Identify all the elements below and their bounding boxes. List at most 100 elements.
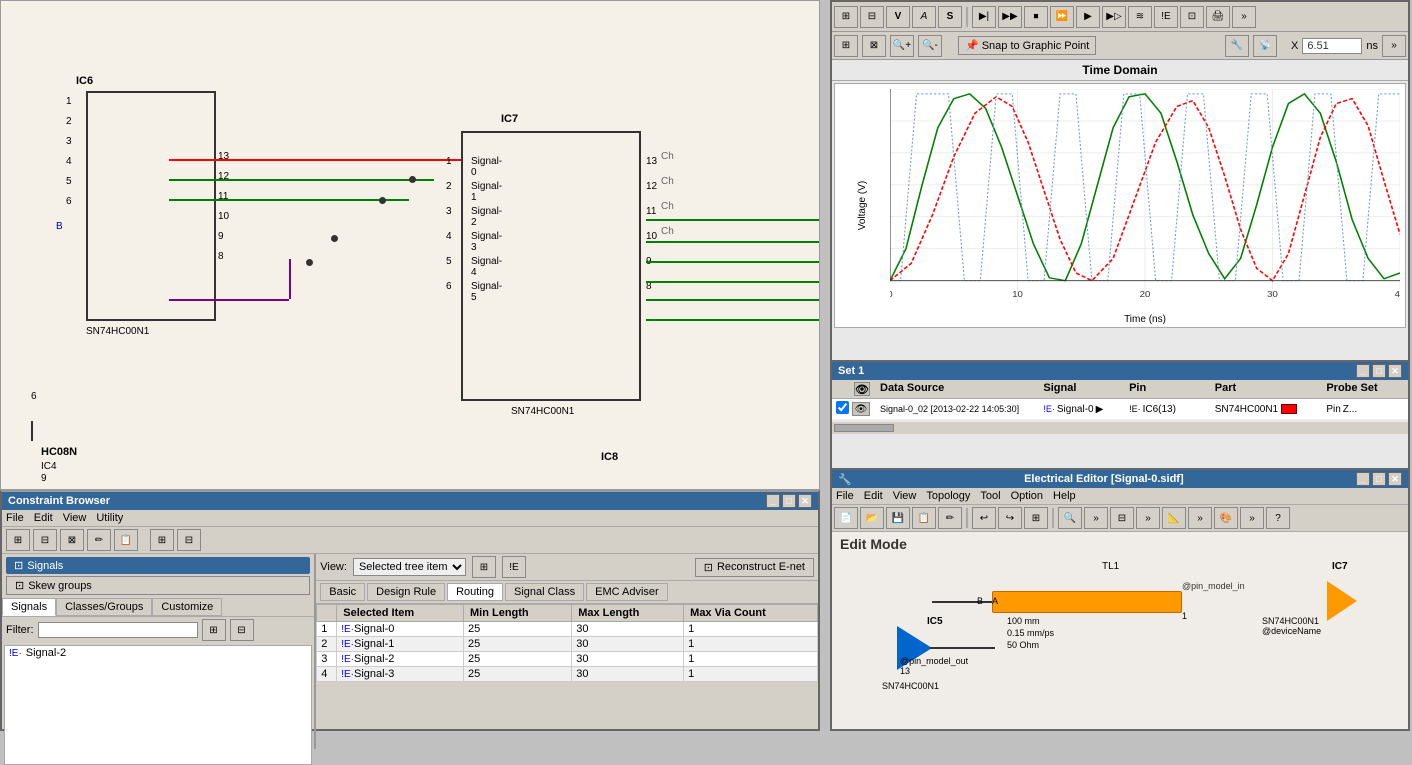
waveform-zoom-in[interactable]: 🔍+ bbox=[890, 35, 914, 57]
filter-btn1[interactable]: ⊞ bbox=[202, 619, 226, 641]
elec-menu-option[interactable]: Option bbox=[1011, 490, 1043, 502]
set1-row-check[interactable] bbox=[836, 401, 849, 414]
elec-menu-file[interactable]: File bbox=[836, 490, 854, 502]
elec-tb8[interactable]: ⊞ bbox=[1024, 507, 1048, 529]
cb-menu-edit[interactable]: Edit bbox=[34, 512, 53, 524]
elec-tb3[interactable]: 💾 bbox=[886, 507, 910, 529]
waveform-tb-btn5[interactable]: S bbox=[938, 6, 962, 28]
cb-tb4[interactable]: ✏ bbox=[87, 529, 111, 551]
elec-menu-edit[interactable]: Edit bbox=[864, 490, 883, 502]
elec-minimize[interactable]: _ bbox=[1356, 472, 1370, 486]
waveform-zoom-rect[interactable]: ⊞ bbox=[834, 35, 858, 57]
ic7-label: IC7 bbox=[501, 113, 518, 125]
waveform-tb-btn14[interactable]: ⊡ bbox=[1180, 6, 1204, 28]
waveform-toolbar2: ⊞ ⊠ 🔍+ 🔍- 📌 Snap to Graphic Point 🔧 📡 X … bbox=[832, 32, 1408, 60]
filter-input[interactable] bbox=[38, 622, 198, 638]
cb-tb3[interactable]: ⊠ bbox=[60, 529, 84, 551]
cb-tab-customize[interactable]: Customize bbox=[152, 598, 222, 616]
cb-tab-signals[interactable]: Signals bbox=[2, 598, 56, 616]
chart-x-label: Time (ns) bbox=[890, 314, 1400, 325]
cb-tb6[interactable]: ⊞ bbox=[150, 529, 174, 551]
cb-tb7[interactable]: ⊟ bbox=[177, 529, 201, 551]
view-select[interactable]: Selected tree item bbox=[353, 558, 466, 576]
cb-rt-tab-routing[interactable]: Routing bbox=[447, 583, 503, 601]
x-coord-input[interactable] bbox=[1302, 38, 1362, 54]
waveform-tb-btn9[interactable]: ⏩ bbox=[1050, 6, 1074, 28]
skew-button[interactable]: ⊡ Skew groups bbox=[6, 576, 310, 595]
waveform-tb-btn8[interactable]: ⏹ bbox=[1024, 6, 1048, 28]
waveform-toolbar1: ⊞ ⊟ V A S ▶| ▶▶ ⏹ ⏩ ▶ ▶▷ ≋ !E ⊡ 🖨 » bbox=[832, 2, 1408, 32]
cb-tab-classes[interactable]: Classes/Groups bbox=[56, 598, 152, 616]
elec-tb5[interactable]: ✏ bbox=[938, 507, 962, 529]
cb-tb1[interactable]: ⊞ bbox=[6, 529, 30, 551]
cursor-tool[interactable]: 🔧 bbox=[1225, 35, 1249, 57]
cb-menu-view[interactable]: View bbox=[63, 512, 87, 524]
elec-redo[interactable]: ↪ bbox=[998, 507, 1022, 529]
set1-data-source: Signal-0_02 [2013-02-22 14:05:30] bbox=[876, 403, 1039, 415]
cb-tb5[interactable]: 📋 bbox=[114, 529, 138, 551]
set1-restore[interactable]: □ bbox=[1372, 364, 1386, 378]
waveform-tb-btn11[interactable]: ▶▷ bbox=[1102, 6, 1126, 28]
cb-minimize[interactable]: _ bbox=[766, 494, 780, 508]
cb-rt-tab-design-rule[interactable]: Design Rule bbox=[367, 583, 445, 601]
elec-help[interactable]: ? bbox=[1266, 507, 1290, 529]
elec-tb13[interactable]: 📐 bbox=[1162, 507, 1186, 529]
signal-item-0[interactable]: !E· Signal-2 bbox=[5, 646, 311, 660]
wire-right2 bbox=[646, 241, 820, 243]
elec-tb2[interactable]: 📂 bbox=[860, 507, 884, 529]
waveform-zoom-all[interactable]: ⊠ bbox=[862, 35, 886, 57]
elec-tb15[interactable]: 🎨 bbox=[1214, 507, 1238, 529]
waveform-zoom-out[interactable]: 🔍- bbox=[918, 35, 942, 57]
cb-tb2[interactable]: ⊟ bbox=[33, 529, 57, 551]
elec-tb14[interactable]: » bbox=[1188, 507, 1212, 529]
waveform-tb-btn6[interactable]: ▶| bbox=[972, 6, 996, 28]
probe-tool[interactable]: 📡 bbox=[1253, 35, 1277, 57]
elec-menu-tool[interactable]: Tool bbox=[980, 490, 1000, 502]
waveform-tb-btn7[interactable]: ▶▶ bbox=[998, 6, 1022, 28]
snap-button[interactable]: 📌 Snap to Graphic Point bbox=[958, 36, 1096, 55]
hc08n-label: HC08N bbox=[41, 446, 77, 458]
cb-rt-tab-signal-class[interactable]: Signal Class bbox=[505, 583, 584, 601]
view-btn2[interactable]: !E bbox=[502, 556, 526, 578]
waveform-tb-btn1[interactable]: ⊞ bbox=[834, 6, 858, 28]
more-btn2[interactable]: » bbox=[1382, 35, 1406, 57]
elec-undo[interactable]: ↩ bbox=[972, 507, 996, 529]
filter-btn2[interactable]: ⊟ bbox=[230, 619, 254, 641]
cb-rt-tab-emc[interactable]: EMC Adviser bbox=[586, 583, 668, 601]
waveform-tb-btn12[interactable]: ≋ bbox=[1128, 6, 1152, 28]
view-btn1[interactable]: ⊞ bbox=[472, 556, 496, 578]
elec-close[interactable]: ✕ bbox=[1388, 472, 1402, 486]
elec-zoom2[interactable]: » bbox=[1084, 507, 1108, 529]
elec-menu-topology[interactable]: Topology bbox=[926, 490, 970, 502]
elec-tb4[interactable]: 📋 bbox=[912, 507, 936, 529]
set1-close[interactable]: ✕ bbox=[1388, 364, 1402, 378]
cb-menu-file[interactable]: File bbox=[6, 512, 24, 524]
reconstruct-button[interactable]: ⊡ Reconstruct E-net bbox=[695, 558, 814, 577]
waveform-panel: ⊞ ⊟ V A S ▶| ▶▶ ⏹ ⏩ ▶ ▶▷ ≋ !E ⊡ 🖨 » ⊞ ⊠ … bbox=[830, 0, 1410, 365]
set1-scrollbar[interactable] bbox=[832, 422, 1408, 434]
cb-close[interactable]: ✕ bbox=[798, 494, 812, 508]
waveform-tb-btn2[interactable]: ⊟ bbox=[860, 6, 884, 28]
elec-tb11[interactable]: ⊟ bbox=[1110, 507, 1134, 529]
waveform-tb-btn3[interactable]: V bbox=[886, 6, 910, 28]
wire-right4 bbox=[646, 281, 820, 283]
elec-menu-view[interactable]: View bbox=[893, 490, 917, 502]
waveform-more[interactable]: » bbox=[1232, 6, 1256, 28]
elec-restore[interactable]: □ bbox=[1372, 472, 1386, 486]
elec-tb16[interactable]: » bbox=[1240, 507, 1264, 529]
eye-col-header: 👁 bbox=[854, 382, 870, 396]
waveform-tb-btn15[interactable]: 🖨 bbox=[1206, 6, 1230, 28]
waveform-tb-btn10[interactable]: ▶ bbox=[1076, 6, 1100, 28]
cb-rt-tab-basic[interactable]: Basic bbox=[320, 583, 365, 601]
signals-button[interactable]: ⊡ Signals bbox=[6, 557, 310, 574]
elec-tb1[interactable]: 📄 bbox=[834, 507, 858, 529]
elec-tb12[interactable]: » bbox=[1136, 507, 1160, 529]
set1-minimize[interactable]: _ bbox=[1356, 364, 1370, 378]
cb-restore[interactable]: □ bbox=[782, 494, 796, 508]
elec-zoom1[interactable]: 🔍 bbox=[1058, 507, 1082, 529]
set1-part: SN74HC00N1 bbox=[1211, 403, 1323, 416]
waveform-tb-btn4[interactable]: A bbox=[912, 6, 936, 28]
waveform-tb-btn13[interactable]: !E bbox=[1154, 6, 1178, 28]
cb-menu-utility[interactable]: Utility bbox=[96, 512, 123, 524]
elec-menu-help[interactable]: Help bbox=[1053, 490, 1076, 502]
